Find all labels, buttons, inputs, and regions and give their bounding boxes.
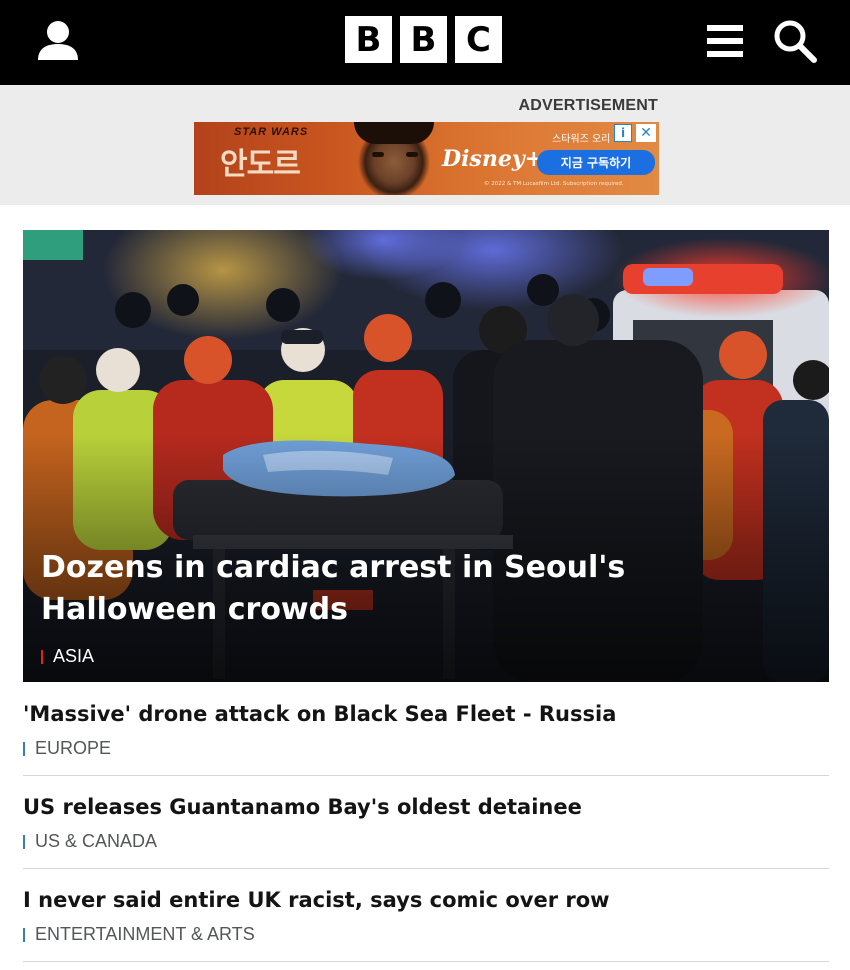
ad-service-logo: Disney+ (442, 146, 544, 172)
section-tag-bar (23, 927, 25, 942)
story-divider (23, 868, 829, 869)
story-section-tag[interactable]: US & CANADA (23, 831, 829, 852)
story-section-label: ENTERTAINMENT & ARTS (35, 924, 255, 944)
section-tag-bar (23, 834, 25, 849)
ad-character-eyes (372, 152, 418, 158)
story-divider (23, 961, 829, 962)
user-icon[interactable] (30, 14, 86, 70)
story-item[interactable]: US releases Guantanamo Bay's oldest deta… (23, 793, 829, 852)
ad-subscribe-button[interactable]: 지금 구독하기 (537, 150, 655, 175)
story-section-tag[interactable]: ENTERTAINMENT & ARTS (23, 924, 829, 945)
top-bar: B B C (0, 0, 850, 85)
story-section-label: US & CANADA (35, 831, 158, 851)
story-headline[interactable]: 'Massive' drone attack on Black Sea Flee… (23, 700, 829, 728)
ad-legal-text: © 2022 & TM Lucasfilm Ltd. Subscription … (484, 181, 624, 187)
menu-icon[interactable] (704, 20, 746, 62)
logo-letter: B (345, 16, 392, 63)
story-section-label: EUROPE (35, 738, 112, 758)
section-tag-bar (23, 741, 25, 756)
story-section-tag[interactable]: EUROPE (23, 738, 829, 759)
close-icon[interactable]: ✕ (636, 124, 656, 142)
hero-headline[interactable]: Dozens in cardiac arrest in Seoul's Hall… (41, 547, 811, 631)
story-headline[interactable]: US releases Guantanamo Bay's oldest deta… (23, 793, 829, 821)
logo-letter: B (400, 16, 447, 63)
search-icon[interactable] (770, 16, 820, 66)
hero-section-label: ASIA (53, 646, 95, 666)
bbc-logo[interactable]: B B C (345, 16, 502, 63)
advertisement-strip: ADVERTISEMENT STAR WARS 안도르 Disney+ 스타워즈… (0, 85, 850, 205)
hero-section-tag[interactable]: ASIA (41, 646, 94, 667)
advertisement-label: ADVERTISEMENT (518, 97, 658, 114)
section-tag-bar (41, 649, 43, 664)
hero-story[interactable]: Dozens in cardiac arrest in Seoul's Hall… (23, 230, 829, 682)
ad-top-text: 스타워즈 오리 (552, 134, 611, 145)
story-divider (23, 775, 829, 776)
story-headline[interactable]: I never said entire UK racist, says comi… (23, 886, 829, 914)
ad-brand: STAR WARS (234, 126, 309, 138)
ad-character-hair (354, 122, 434, 144)
info-icon[interactable]: i (614, 124, 632, 142)
story-item[interactable]: 'Massive' drone attack on Black Sea Flee… (23, 700, 829, 759)
ad-banner[interactable]: STAR WARS 안도르 Disney+ 스타워즈 오리 지금 구독하기 © … (194, 122, 659, 195)
ad-title: 안도르 (220, 147, 301, 182)
logo-letter: C (455, 16, 502, 63)
story-item[interactable]: I never said entire UK racist, says comi… (23, 886, 829, 945)
